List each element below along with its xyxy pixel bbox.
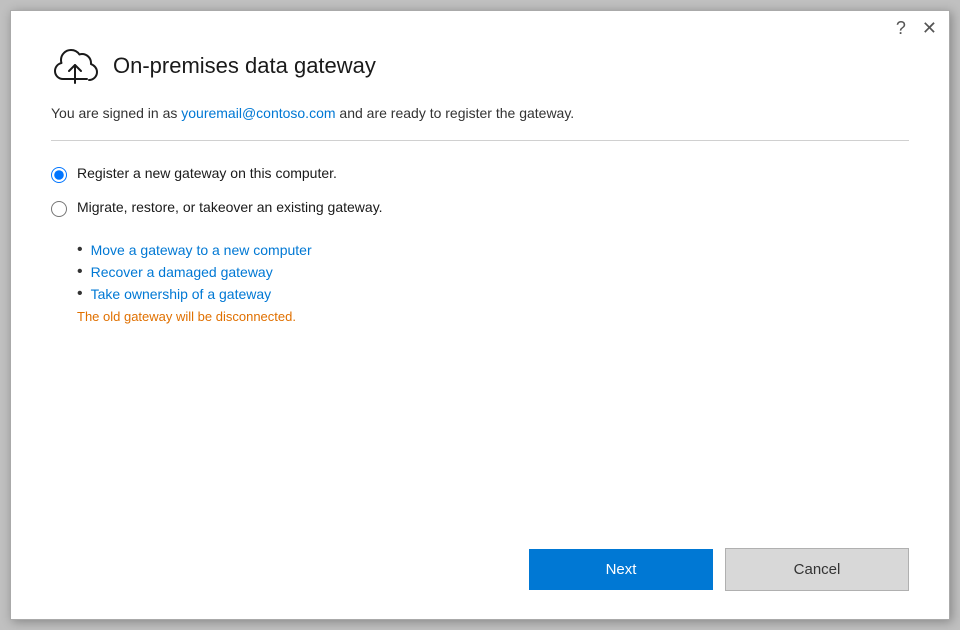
subtitle-pre: You are signed in as xyxy=(51,105,181,121)
option-register-row: Register a new gateway on this computer. xyxy=(51,165,909,183)
dialog-title: On-premises data gateway xyxy=(113,53,376,79)
migrate-radio[interactable] xyxy=(51,201,67,217)
dialog-header: On-premises data gateway xyxy=(51,45,909,87)
disconnect-note: The old gateway will be disconnected. xyxy=(77,309,909,324)
dialog: ? ✕ On-premises data gateway You are sig… xyxy=(10,10,950,620)
sub-options: Move a gateway to a new computer Recover… xyxy=(77,241,909,324)
register-label[interactable]: Register a new gateway on this computer. xyxy=(77,165,337,181)
next-button[interactable]: Next xyxy=(529,549,713,590)
bullet-item-2: Recover a damaged gateway xyxy=(77,263,909,281)
bullet-item-1: Move a gateway to a new computer xyxy=(77,241,909,259)
subtitle-post: and are ready to register the gateway. xyxy=(336,105,575,121)
subtitle-email: youremail@contoso.com xyxy=(181,105,335,121)
migrate-label[interactable]: Migrate, restore, or takeover an existin… xyxy=(77,199,383,215)
cancel-button[interactable]: Cancel xyxy=(725,548,909,591)
bullet-item-3: Take ownership of a gateway xyxy=(77,285,909,303)
footer: Next Cancel xyxy=(11,532,949,619)
title-bar: ? ✕ xyxy=(11,11,949,45)
options-container: Register a new gateway on this computer.… xyxy=(51,165,909,324)
register-radio[interactable] xyxy=(51,167,67,183)
option-migrate-row: Migrate, restore, or takeover an existin… xyxy=(51,199,909,217)
help-icon[interactable]: ? xyxy=(896,19,906,37)
bullet-item-3-text: Take ownership of a gateway xyxy=(91,286,272,302)
close-icon[interactable]: ✕ xyxy=(922,19,937,37)
bullet-item-1-text: Move a gateway to a new computer xyxy=(91,242,312,258)
subtitle: You are signed in as youremail@contoso.c… xyxy=(51,103,909,124)
cloud-upload-icon xyxy=(51,45,99,87)
dialog-content: On-premises data gateway You are signed … xyxy=(11,45,949,532)
bullet-item-2-text: Recover a damaged gateway xyxy=(91,264,273,280)
divider xyxy=(51,140,909,141)
bullet-list: Move a gateway to a new computer Recover… xyxy=(77,241,909,303)
